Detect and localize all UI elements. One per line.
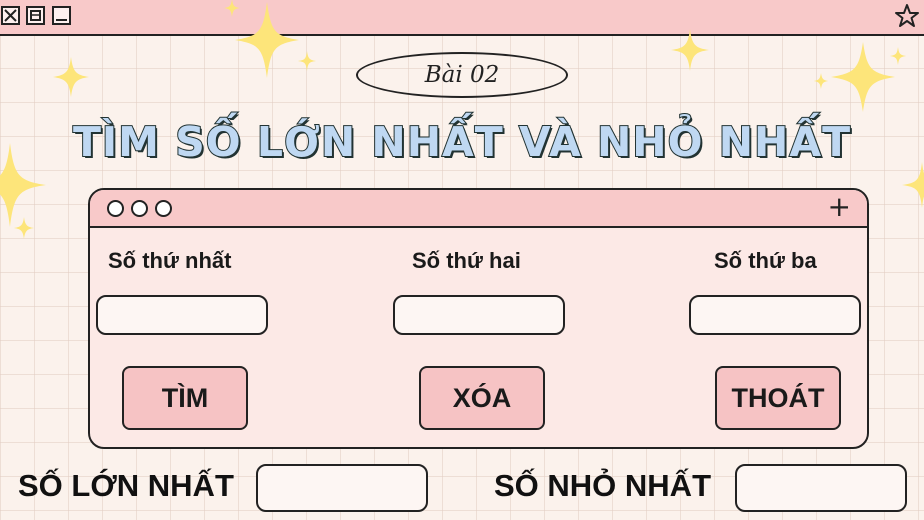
lesson-badge: Bài 02: [356, 52, 568, 98]
sparkle-icon: [298, 51, 316, 71]
min-result-label: SỐ NHỎ NHẤT: [494, 468, 711, 503]
app-window: + Số thứ nhất Số thứ hai Số thứ ba TÌM X…: [88, 188, 869, 449]
first-number-label: Số thứ nhất: [108, 248, 232, 273]
second-number-label: Số thứ hai: [412, 248, 521, 273]
sparkle-icon: [671, 29, 709, 71]
star-icon[interactable]: [894, 3, 920, 29]
window-dot[interactable]: [131, 200, 148, 217]
minimize-icon[interactable]: [52, 6, 71, 25]
plus-icon[interactable]: +: [828, 192, 851, 222]
clear-button[interactable]: XÓA: [419, 366, 545, 430]
sparkle-icon: [890, 47, 906, 65]
window-dot[interactable]: [107, 200, 124, 217]
maximize-icon[interactable]: [26, 6, 45, 25]
third-number-input[interactable]: [689, 295, 861, 335]
exit-button[interactable]: THOÁT: [715, 366, 841, 430]
sparkle-icon: [902, 162, 924, 208]
first-number-input[interactable]: [96, 295, 268, 335]
sparkle-icon: [53, 57, 89, 97]
page-title: TÌM SỐ LỚN NHẤT VÀ NHỎ NHẤT: [72, 117, 852, 167]
sparkle-icon: [224, 0, 240, 17]
find-button[interactable]: TÌM: [122, 366, 248, 430]
third-number-label: Số thứ ba: [714, 248, 817, 273]
sparkle-icon: [235, 2, 299, 78]
max-result-label: SỐ LỚN NHẤT: [18, 468, 234, 503]
sparkle-icon: [814, 73, 828, 89]
second-number-input[interactable]: [393, 295, 565, 335]
max-result-field[interactable]: [256, 464, 428, 512]
min-result-field[interactable]: [735, 464, 907, 512]
top-bar: [0, 0, 924, 36]
close-icon[interactable]: [1, 6, 20, 25]
sparkle-icon: [14, 217, 34, 239]
window-titlebar: +: [90, 190, 867, 228]
window-dot[interactable]: [155, 200, 172, 217]
